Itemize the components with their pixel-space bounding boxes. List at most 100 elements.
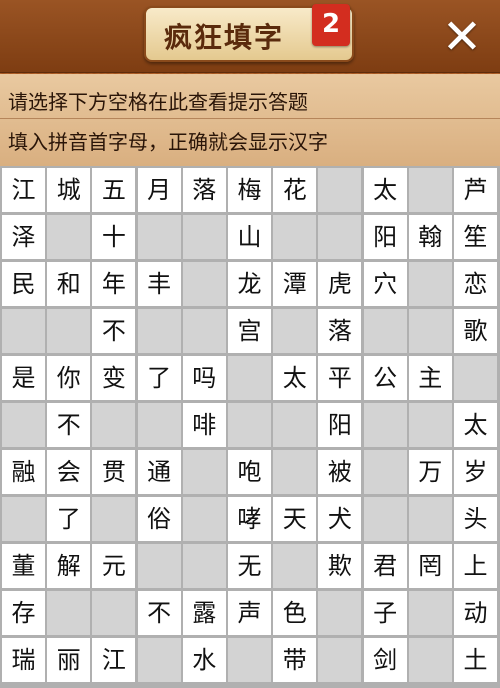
grid-cell[interactable]: 五 (92, 168, 136, 212)
grid-cell-blocked (182, 497, 226, 541)
grid-cell[interactable]: 公 (363, 356, 407, 400)
grid-cell[interactable]: 子 (363, 591, 407, 635)
grid-cell-blocked (408, 309, 452, 353)
grid-cell[interactable]: 带 (273, 638, 317, 682)
grid-cell-blocked (47, 309, 91, 353)
grid-cell[interactable]: 会 (47, 450, 91, 494)
grid-cell[interactable]: 万 (408, 450, 452, 494)
grid-cell[interactable]: 民 (2, 262, 45, 306)
close-icon[interactable]: ✕ (438, 13, 486, 62)
grid-cell[interactable]: 笙 (454, 215, 497, 259)
grid-cell[interactable]: 丽 (47, 638, 91, 682)
grid-cell[interactable]: 翰 (408, 215, 452, 259)
grid-cell[interactable]: 不 (47, 403, 91, 447)
grid-cell[interactable]: 太 (454, 403, 497, 447)
grid-cell[interactable]: 了 (47, 497, 91, 541)
grid-cell[interactable]: 声 (228, 591, 271, 635)
grid-cell[interactable]: 君 (363, 544, 407, 588)
grid-cell[interactable]: 变 (92, 356, 136, 400)
grid-cell[interactable]: 岁 (454, 450, 497, 494)
grid-cell[interactable]: 犬 (318, 497, 362, 541)
grid-cell[interactable]: 恋 (454, 262, 497, 306)
grid-cell-blocked (92, 403, 136, 447)
grid-cell-blocked (2, 497, 45, 541)
grid-cell[interactable]: 阳 (318, 403, 362, 447)
grid-cell[interactable]: 歌 (454, 309, 497, 353)
grid-cell[interactable]: 江 (92, 638, 136, 682)
grid-cell-blocked (408, 168, 452, 212)
grid-cell[interactable]: 罔 (408, 544, 452, 588)
grid-cell[interactable]: 剑 (363, 638, 407, 682)
grid-cell[interactable]: 主 (408, 356, 452, 400)
grid-cell[interactable]: 动 (454, 591, 497, 635)
hint-line-2: 填入拼音首字母，正确就会显示汉字 (8, 130, 328, 154)
grid-cell[interactable]: 欺 (318, 544, 362, 588)
grid-cell[interactable]: 被 (318, 450, 362, 494)
grid-cell-blocked (137, 215, 181, 259)
grid-cell[interactable]: 存 (2, 591, 45, 635)
grid-cell[interactable]: 江 (2, 168, 45, 212)
grid-cell[interactable]: 梅 (228, 168, 271, 212)
grid-cell-blocked (273, 309, 317, 353)
grid-cell[interactable]: 啡 (182, 403, 226, 447)
grid-cell[interactable]: 不 (92, 309, 136, 353)
grid-cell[interactable]: 上 (454, 544, 497, 588)
grid-cell[interactable]: 城 (47, 168, 91, 212)
grid-cell[interactable]: 解 (47, 544, 91, 588)
grid-cell[interactable]: 丰 (137, 262, 181, 306)
hint-line-1: 请选择下方空格在此查看提示答题 (8, 90, 308, 114)
grid-cell[interactable]: 和 (47, 262, 91, 306)
hint-divider (0, 118, 500, 119)
grid-cell[interactable]: 山 (228, 215, 271, 259)
grid-cell[interactable]: 太 (273, 356, 317, 400)
grid-cell[interactable]: 土 (454, 638, 497, 682)
grid-cell[interactable]: 天 (273, 497, 317, 541)
grid-cell[interactable]: 了 (137, 356, 181, 400)
grid-cell-blocked (228, 638, 271, 682)
grid-cell[interactable]: 无 (228, 544, 271, 588)
grid-cell-blocked (92, 591, 136, 635)
grid-cell[interactable]: 龙 (228, 262, 271, 306)
grid-cell[interactable]: 水 (182, 638, 226, 682)
grid-cell[interactable]: 头 (454, 497, 497, 541)
grid-cell[interactable]: 你 (47, 356, 91, 400)
grid-cell-blocked (228, 403, 271, 447)
grid-cell[interactable]: 俗 (137, 497, 181, 541)
grid-cell[interactable]: 咆 (228, 450, 271, 494)
grid-cell[interactable]: 吗 (182, 356, 226, 400)
grid-cell-blocked (2, 309, 45, 353)
grid-cell[interactable]: 通 (137, 450, 181, 494)
grid-cell[interactable]: 潭 (273, 262, 317, 306)
grid-cell-blocked (182, 215, 226, 259)
grid-cell[interactable]: 瑞 (2, 638, 45, 682)
grid-cell[interactable]: 虎 (318, 262, 362, 306)
grid-cell[interactable]: 元 (92, 544, 136, 588)
grid-cell[interactable]: 芦 (454, 168, 497, 212)
grid-cell[interactable]: 穴 (363, 262, 407, 306)
grid-cell[interactable]: 花 (273, 168, 317, 212)
grid-cell[interactable]: 宫 (228, 309, 271, 353)
grid-cell[interactable]: 泽 (2, 215, 45, 259)
grid-cell[interactable]: 董 (2, 544, 45, 588)
grid-cell[interactable]: 落 (182, 168, 226, 212)
app-title: 疯狂填字 (164, 21, 285, 54)
grid-cell[interactable]: 露 (182, 591, 226, 635)
grid-cell[interactable]: 不 (137, 591, 181, 635)
grid-cell[interactable]: 月 (137, 168, 181, 212)
grid-cell[interactable]: 平 (318, 356, 362, 400)
grid-cell[interactable]: 落 (318, 309, 362, 353)
grid-cell-blocked (454, 356, 497, 400)
grid-cell[interactable]: 色 (273, 591, 317, 635)
grid-cell[interactable]: 十 (92, 215, 136, 259)
grid-cell[interactable]: 融 (2, 450, 45, 494)
grid-cell[interactable]: 贯 (92, 450, 136, 494)
hint-panel: 请选择下方空格在此查看提示答题 填入拼音首字母，正确就会显示汉字 (0, 74, 500, 166)
grid-cell[interactable]: 年 (92, 262, 136, 306)
level-badge: 2 (312, 4, 350, 46)
grid-cell[interactable]: 阳 (363, 215, 407, 259)
grid-cell[interactable]: 哮 (228, 497, 271, 541)
grid-cell-blocked (408, 262, 452, 306)
grid-cell[interactable]: 是 (2, 356, 45, 400)
grid-cell-blocked (228, 356, 271, 400)
grid-cell[interactable]: 太 (363, 168, 407, 212)
